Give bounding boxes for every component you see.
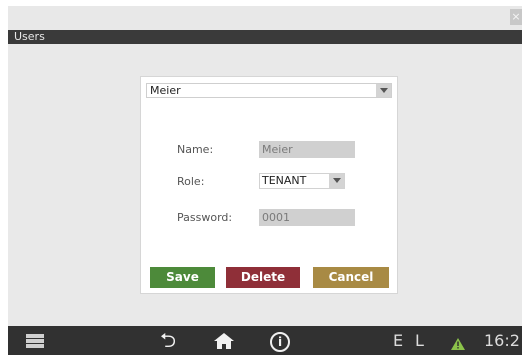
password-field[interactable]: 0001 xyxy=(259,209,355,226)
user-select[interactable]: Meier xyxy=(146,83,392,98)
user-select-value: Meier xyxy=(150,84,181,97)
role-label: Role: xyxy=(177,175,205,188)
clock: 16:2 xyxy=(484,331,520,350)
close-button[interactable]: × xyxy=(510,9,522,25)
save-button[interactable]: Save xyxy=(150,267,215,288)
home-icon[interactable] xyxy=(213,332,235,350)
cancel-button[interactable]: Cancel xyxy=(313,267,389,288)
status-l: L xyxy=(415,331,424,350)
name-label: Name: xyxy=(177,143,214,156)
password-label: Password: xyxy=(177,211,233,224)
chevron-down-icon[interactable] xyxy=(376,84,391,97)
back-icon[interactable]: ⮌ xyxy=(160,328,176,352)
top-strip: × xyxy=(8,6,522,30)
user-edit-panel: Meier Name: Meier Role: TENANT Password:… xyxy=(140,76,398,294)
role-select-value: TENANT xyxy=(262,174,307,187)
role-select[interactable]: TENANT xyxy=(259,173,345,189)
delete-button[interactable]: Delete xyxy=(226,267,300,288)
window-title: Users xyxy=(8,30,522,44)
taskbar: ⮌ i E L 16:2 xyxy=(8,326,522,355)
info-icon[interactable]: i xyxy=(270,332,290,352)
users-window: × Users Meier Name: Meier Role: TENANT P… xyxy=(8,6,522,355)
chevron-down-icon[interactable] xyxy=(329,174,344,188)
status-e: E xyxy=(393,331,404,350)
name-field[interactable]: Meier xyxy=(259,141,355,158)
warning-icon[interactable] xyxy=(451,335,465,350)
menu-icon[interactable] xyxy=(26,334,44,348)
